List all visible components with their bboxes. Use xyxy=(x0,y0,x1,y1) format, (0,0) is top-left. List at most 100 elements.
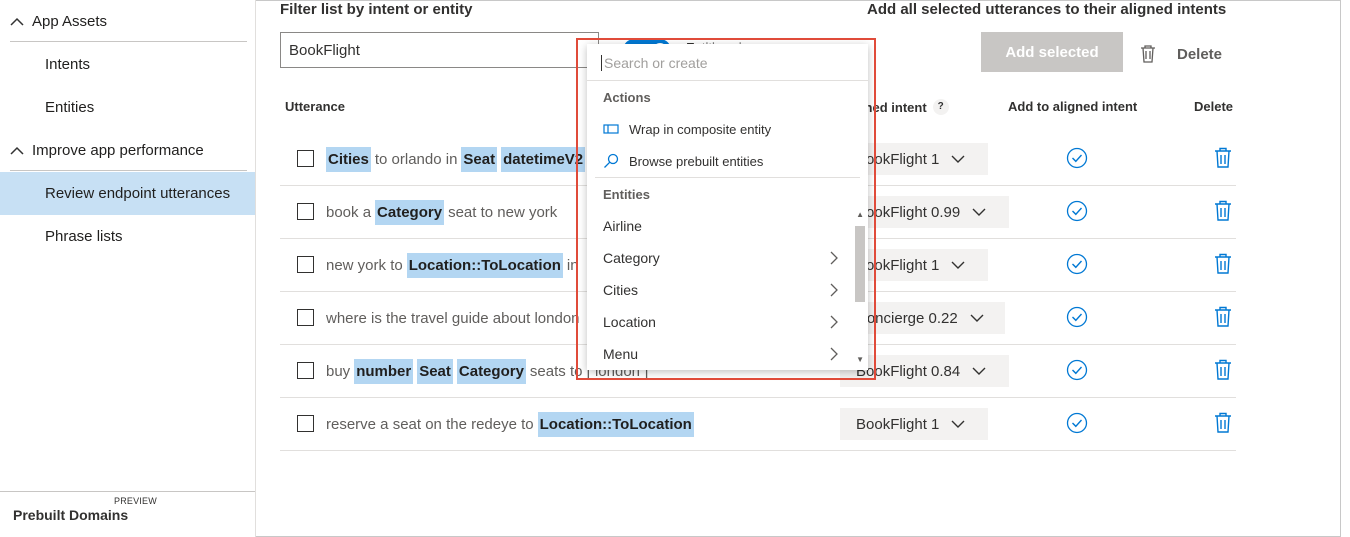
scrollbar-thumb[interactable] xyxy=(855,226,865,302)
chevron-down-icon xyxy=(951,155,965,163)
scroll-up-arrow-icon[interactable]: ▲ xyxy=(856,210,864,219)
row-checkbox[interactable] xyxy=(297,415,314,432)
add-to-intent-check-icon[interactable] xyxy=(1066,359,1088,381)
chevron-right-icon xyxy=(830,315,838,329)
help-icon[interactable]: ? xyxy=(932,99,949,115)
col-header-add: Add to aligned intent xyxy=(1008,99,1138,114)
trash-icon[interactable] xyxy=(1214,253,1232,275)
trash-icon[interactable] xyxy=(1214,147,1232,169)
entity-label[interactable]: Location::ToLocation xyxy=(406,252,563,278)
filter-heading: Filter list by intent or entity xyxy=(280,1,473,18)
entity-menu-item[interactable]: Cities xyxy=(587,274,868,306)
entity-menu-item[interactable]: Location xyxy=(587,306,868,338)
sidebar-item-entities[interactable]: Entities xyxy=(0,86,255,129)
entities-header: Entities xyxy=(603,186,650,202)
row-checkbox[interactable] xyxy=(297,256,314,273)
wrap-label: Wrap in composite entity xyxy=(629,121,772,137)
entity-search-input[interactable]: Search or create xyxy=(587,46,868,81)
trash-icon[interactable] xyxy=(1214,200,1232,222)
row-checkbox[interactable] xyxy=(297,309,314,326)
utterance-token: book a xyxy=(326,203,372,221)
trash-icon xyxy=(1141,45,1155,63)
entity-label[interactable]: Seat xyxy=(417,358,453,384)
trash-icon[interactable] xyxy=(1214,359,1232,381)
entity-menu-label: Airline xyxy=(603,218,642,234)
delete-button[interactable]: Delete xyxy=(1139,40,1222,68)
sidebar-section-label: Improve app performance xyxy=(32,142,204,159)
add-to-intent-check-icon[interactable] xyxy=(1066,200,1088,222)
chevron-up-icon xyxy=(10,14,32,30)
table-row: reserve a seat on the redeye to Location:… xyxy=(280,398,1236,451)
entity-label[interactable]: Seat xyxy=(461,146,498,172)
entity-menu-label: Cities xyxy=(603,282,639,298)
entity-label[interactable]: datetimeV2 xyxy=(501,146,586,172)
entity-label[interactable]: Category xyxy=(456,358,526,384)
utterance-text[interactable]: Cities to orlando in Seat datetimeV2 xyxy=(326,133,589,185)
wrap-composite-action[interactable]: Wrap in composite entity xyxy=(587,113,868,145)
preview-badge: PREVIEW xyxy=(114,496,157,506)
trash-icon[interactable] xyxy=(1214,306,1232,328)
filter-input[interactable]: BookFlight xyxy=(280,32,599,68)
utterance-text[interactable]: where is the travel guide about london xyxy=(326,292,584,344)
row-checkbox[interactable] xyxy=(297,203,314,220)
utterance-token: in xyxy=(566,256,579,274)
add-selected-button[interactable]: Add selected xyxy=(981,32,1123,72)
browse-prebuilt-action[interactable]: Browse prebuilt entities xyxy=(587,145,868,177)
chevron-down-icon xyxy=(972,367,986,375)
add-to-intent-check-icon[interactable] xyxy=(1066,147,1088,169)
actions-header: Actions xyxy=(603,89,651,105)
row-checkbox[interactable] xyxy=(297,150,314,167)
entity-list: Airline Category Cities Location Menu xyxy=(587,210,868,370)
text-cursor xyxy=(601,55,602,71)
add-to-intent-check-icon[interactable] xyxy=(1066,412,1088,434)
trash-icon[interactable] xyxy=(1214,412,1232,434)
scroll-down-arrow-icon[interactable]: ▼ xyxy=(856,355,864,364)
entity-label[interactable]: number xyxy=(354,358,414,384)
sidebar-section-label: App Assets xyxy=(32,13,108,30)
utterance-token: where is the travel guide about london xyxy=(326,309,580,327)
utterance-text[interactable]: reserve a seat on the redeye to Location:… xyxy=(326,398,698,450)
entity-label[interactable]: Category xyxy=(375,199,445,225)
aligned-intent-value: BookFlight 0.99 xyxy=(856,203,961,221)
sidebar-section-app-assets[interactable]: App Assets xyxy=(10,2,247,42)
entity-menu-item[interactable]: Airline xyxy=(587,210,868,242)
sidebar-item-label: Phrase lists xyxy=(45,228,123,245)
aligned-intent-value: BookFlight 1 xyxy=(856,150,940,168)
filter-input-value: BookFlight xyxy=(289,41,360,59)
entity-label[interactable]: Location::ToLocation xyxy=(537,411,694,437)
utterance-text[interactable]: book a Category seat to new york xyxy=(326,186,561,238)
sidebar: App Assets Intents Entities Improve app … xyxy=(0,0,256,537)
sidebar-item-label: Review endpoint utterances xyxy=(45,185,231,202)
sidebar-item-label: Entities xyxy=(45,99,95,116)
sidebar-section-improve[interactable]: Improve app performance xyxy=(10,131,247,171)
sidebar-item-intents[interactable]: Intents xyxy=(0,43,255,86)
chevron-right-icon xyxy=(830,347,838,361)
sidebar-item-phrase-lists[interactable]: Phrase lists xyxy=(0,215,255,258)
entity-picker-popup: Search or create Actions Wrap in composi… xyxy=(587,44,868,370)
aligned-intent-value: BookFlight 1 xyxy=(856,256,940,274)
chevron-right-icon xyxy=(830,283,838,297)
aligned-intent-value: Concierge 0.22 xyxy=(856,309,958,327)
entity-label[interactable]: Cities xyxy=(326,146,371,172)
add-to-intent-check-icon[interactable] xyxy=(1066,306,1088,328)
col-header-utterance: Utterance xyxy=(285,99,345,114)
entity-menu-item[interactable]: Category xyxy=(587,242,868,274)
prebuilt-domains-label: Prebuilt Domains xyxy=(13,507,129,523)
sidebar-item-review-endpoint-utterances[interactable]: Review endpoint utterances xyxy=(0,172,255,215)
sidebar-item-label: Intents xyxy=(45,56,91,73)
window-edge xyxy=(1340,0,1350,537)
utterance-token: seat to new york xyxy=(448,203,558,221)
add-to-intent-check-icon[interactable] xyxy=(1066,253,1088,275)
add-heading: Add all selected utterances to their ali… xyxy=(867,1,1227,18)
sidebar-footer-prebuilt-domains[interactable]: PREVIEW Prebuilt Domains xyxy=(0,491,255,537)
entity-menu-item[interactable]: Menu xyxy=(587,338,868,370)
chevron-right-icon xyxy=(830,251,838,265)
utterance-token: buy xyxy=(326,362,351,380)
aligned-intent-dropdown[interactable]: BookFlight 1 xyxy=(840,408,988,440)
search-icon xyxy=(604,153,619,168)
entity-menu-label: Menu xyxy=(603,346,639,362)
composite-entity-icon xyxy=(603,124,619,134)
entity-menu-label: Location xyxy=(603,314,656,330)
row-checkbox[interactable] xyxy=(297,362,314,379)
utterance-text[interactable]: new york to Location::ToLocation in xyxy=(326,239,583,291)
